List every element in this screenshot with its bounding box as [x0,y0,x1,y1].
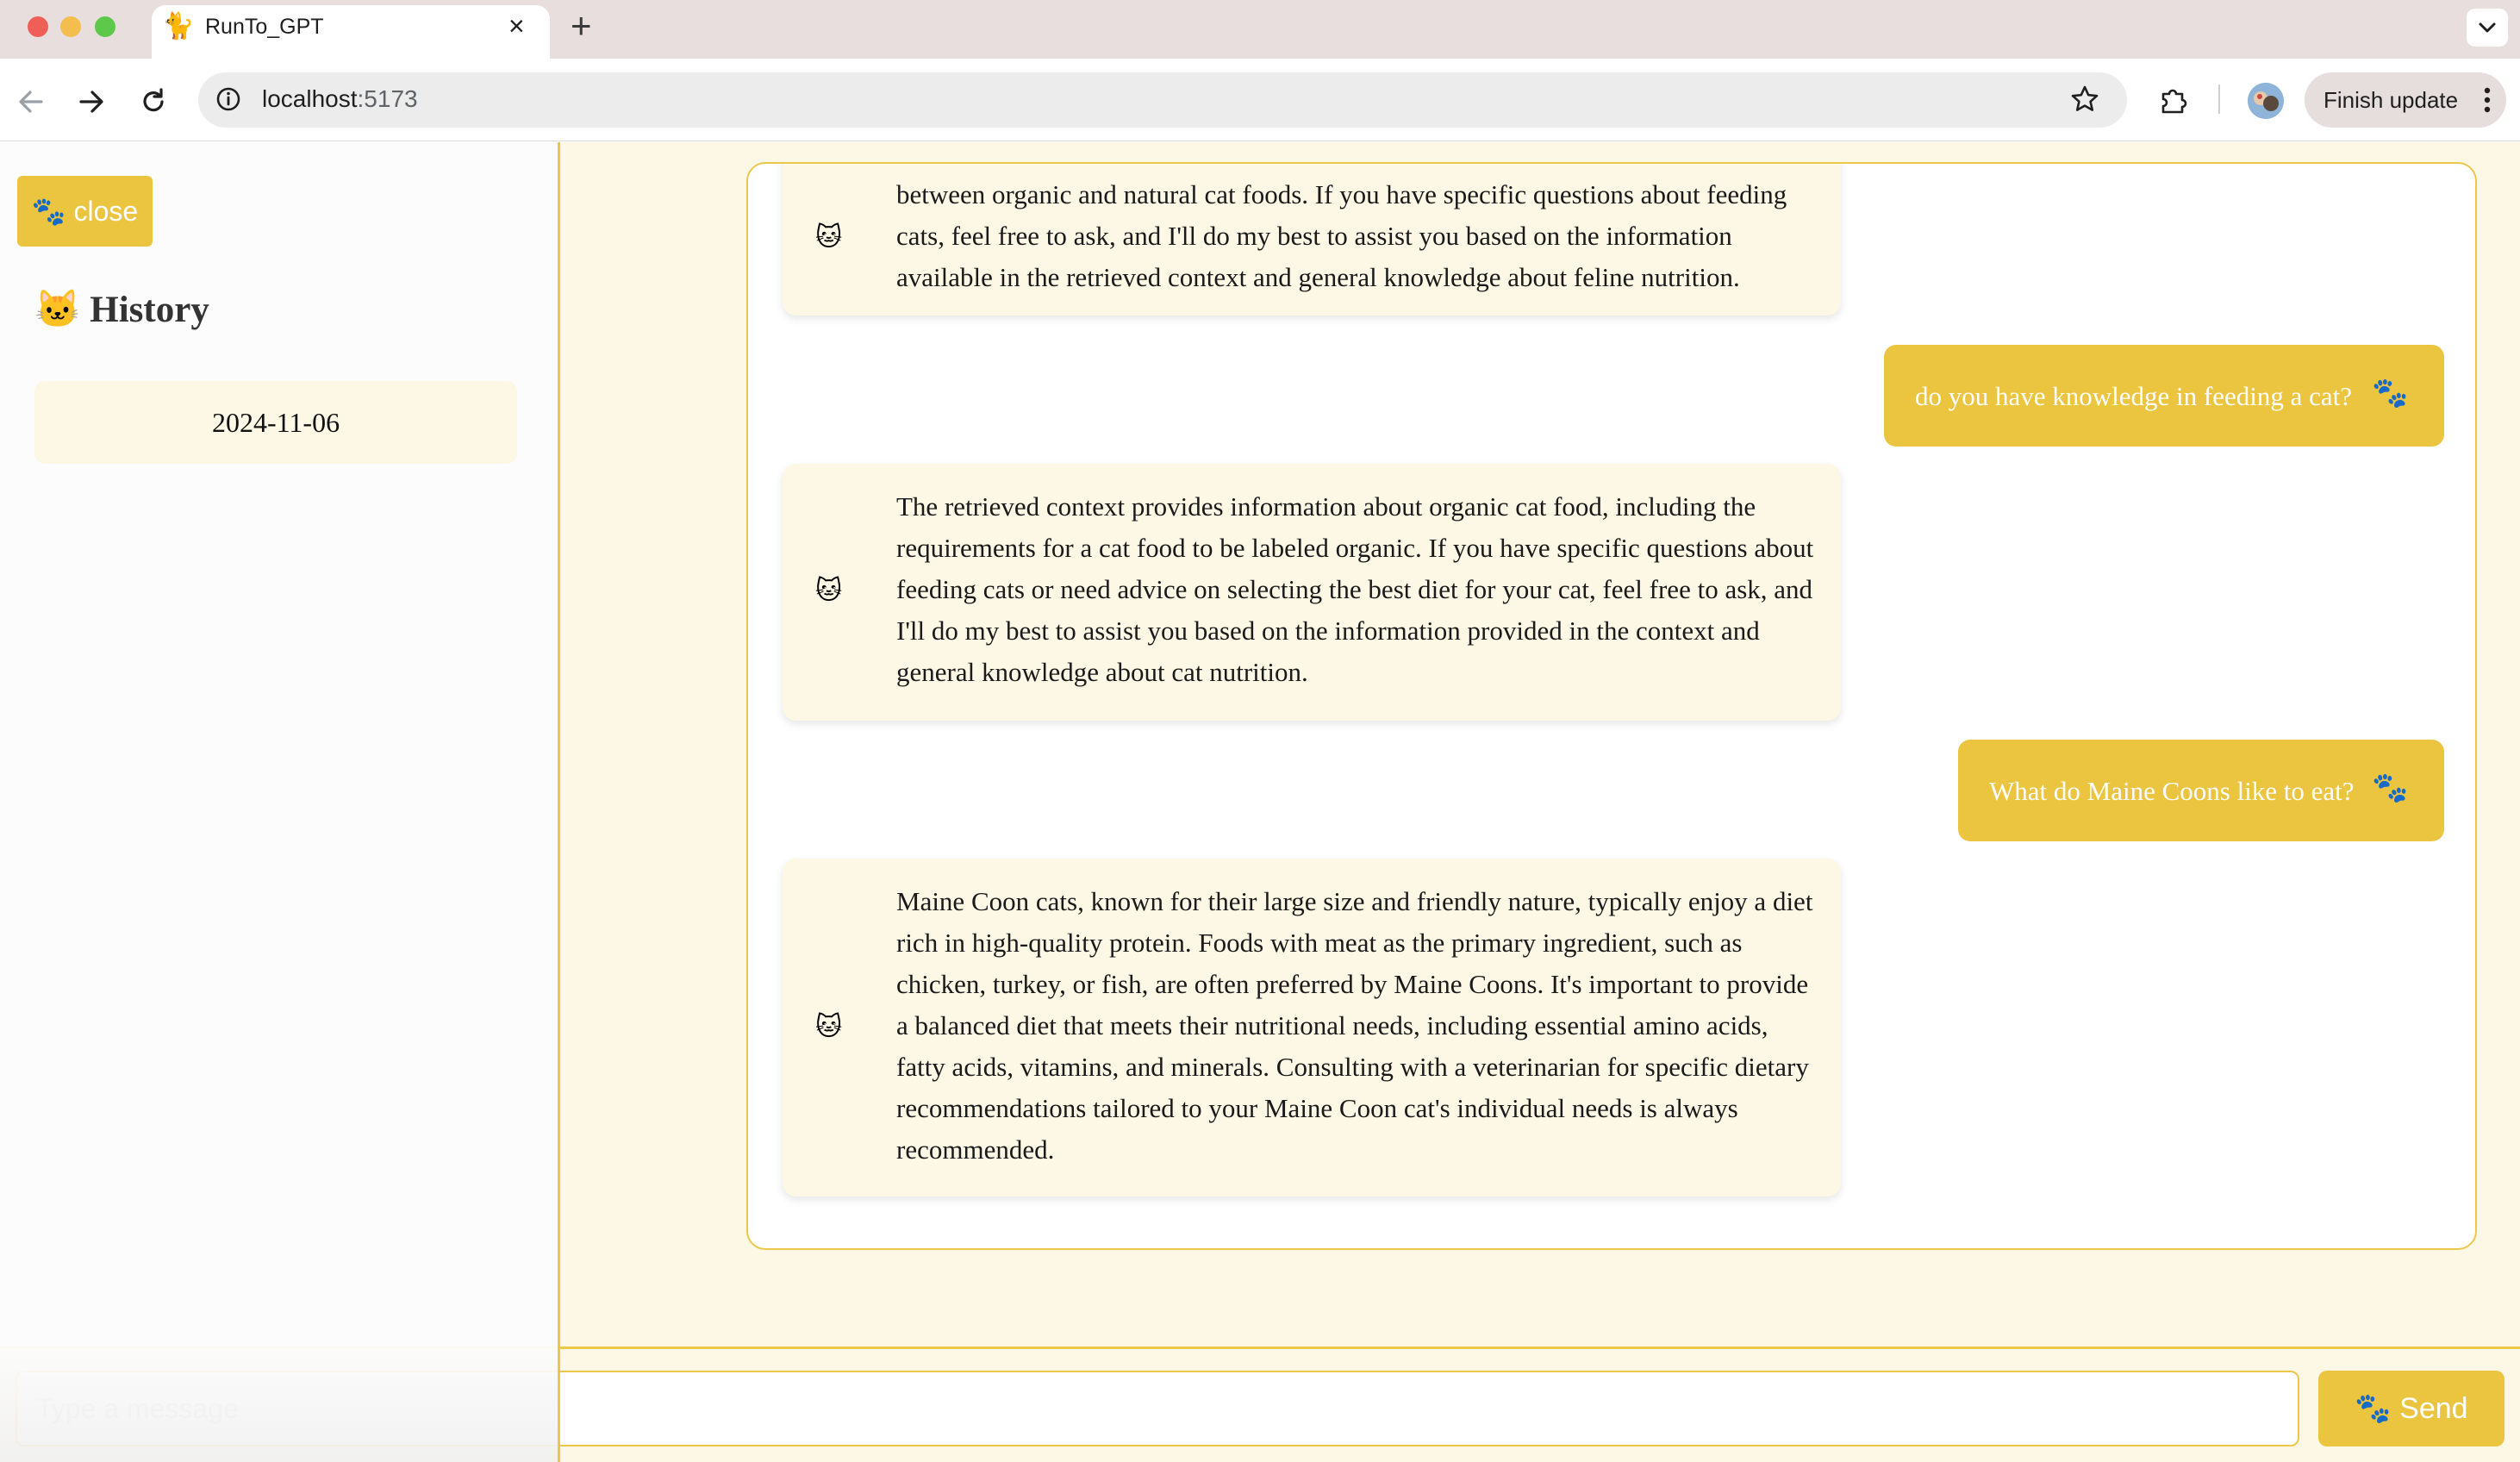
cat-avatar-icon: 🐱 [815,577,843,605]
url-host: localhost [262,85,358,112]
message-line: available in the retrieved context and g… [896,262,1740,292]
assistant-message-text: Maine Coon cats, known for their large s… [896,881,1827,1171]
user-message: do you have knowledge in feeding a cat? … [1884,345,2444,447]
window-minimize-button[interactable] [60,16,81,37]
chat-panel[interactable]: 🐱 . between organic and natural cat food… [746,162,2477,1250]
profile-avatar-image [2248,83,2284,119]
paw-icon: 🐾 [2372,772,2409,804]
message-line: . [896,164,1827,174]
bookmark-star-icon[interactable] [2068,83,2101,116]
message-list: 🐱 . between organic and natural cat food… [748,164,2475,1248]
history-title: 🐱 History [34,290,209,330]
message-line: recommended. [896,1134,1055,1165]
message-line: cats, feel free to ask, and I'll do my b… [896,221,1732,251]
finish-update-label: Finish update [2324,87,2459,113]
send-button[interactable]: 🐾 Send [2318,1371,2504,1446]
message-line: The retrieved context provides informati… [896,491,1756,522]
assistant-message: 🐱 The retrieved context provides informa… [783,464,1841,721]
tab-title: RunTo_GPT [205,15,324,39]
extensions-puzzle-icon[interactable] [2156,83,2191,117]
assistant-message-text: . between organic and natural cat foods.… [896,164,1827,298]
address-url[interactable]: localhost:5173 [262,84,418,114]
message-line: general knowledge about cat nutrition. [896,657,1308,687]
chevron-down-icon [2479,22,2496,33]
tab-close-icon[interactable]: × [508,11,525,41]
tab-favicon-icon: 🐈 [162,12,195,41]
cat-avatar-icon: 🐱 [815,1013,843,1041]
user-message-text: What do Maine Coons like to eat? [1989,776,2355,806]
message-line: rich in high-quality protein. Foods with… [896,928,1743,958]
window-close-button[interactable] [28,16,48,37]
message-line: a balanced diet that meets their nutriti… [896,1010,1768,1040]
cat-avatar-icon: 🐱 [815,223,843,252]
message-line: recommendations tailored to your Maine C… [896,1093,1738,1123]
message-line: between organic and natural cat foods. I… [896,179,1787,209]
user-message: What do Maine Coons like to eat? 🐾 [1958,740,2444,841]
message-line: feeding cats or need advice on selecting… [896,574,1813,604]
reload-icon[interactable] [136,84,171,119]
profile-avatar[interactable] [2248,83,2284,119]
history-sidebar [0,142,560,1462]
window-maximize-button[interactable] [95,16,115,37]
user-message-text: do you have knowledge in feeding a cat? [1915,381,2353,411]
close-sidebar-button[interactable]: 🐾 close [17,176,153,247]
message-line: I'll do my best to assist you based on t… [896,615,1760,646]
message-line: requirements for a cat food to be labele… [896,533,1814,563]
assistant-message: 🐱 Maine Coon cats, known for their large… [783,859,1841,1196]
toolbar-divider [2218,84,2220,114]
forward-arrow-icon[interactable] [74,84,109,119]
message-line: Maine Coon cats, known for their large s… [896,886,1813,916]
assistant-message: 🐱 . between organic and natural cat food… [783,164,1841,316]
message-line: fatty acids, vitamins, and minerals. Con… [896,1052,1809,1082]
history-item[interactable]: 2024-11-06 [34,381,517,464]
message-input[interactable] [16,1371,2299,1446]
address-bar[interactable] [198,72,2127,128]
new-tab-icon[interactable]: + [571,7,592,45]
url-port: :5173 [357,85,418,112]
back-arrow-icon[interactable] [14,84,48,119]
message-line: chicken, turkey, or fish, are often pref… [896,969,1809,999]
more-vert-icon[interactable] [2482,85,2492,115]
site-info-icon[interactable] [214,84,243,114]
paw-icon: 🐾 [2372,377,2409,409]
assistant-message-text: The retrieved context provides informati… [896,486,1827,693]
tab-search-button[interactable] [2467,9,2508,47]
